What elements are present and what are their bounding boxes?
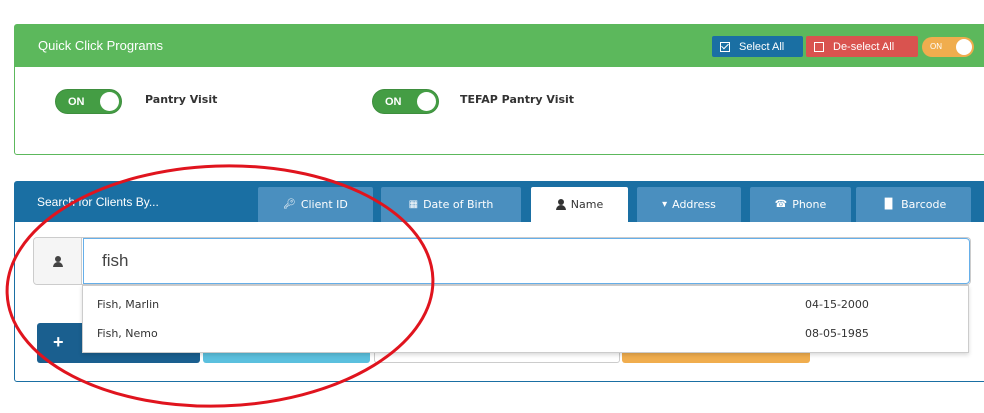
deselect-all-button[interactable]: De-select All xyxy=(806,36,918,57)
user-icon xyxy=(555,199,566,210)
map-marker-icon: ▾ xyxy=(662,199,668,210)
name-search-input[interactable] xyxy=(83,238,970,284)
master-toggle[interactable]: ON xyxy=(922,37,974,57)
tab-label: Phone xyxy=(792,198,827,211)
client-search-title: Search for Clients By... xyxy=(37,195,159,209)
checkbox-checked-icon xyxy=(720,41,730,52)
tab-label: Barcode xyxy=(901,198,947,211)
select-all-button[interactable]: Select All xyxy=(712,36,803,57)
deselect-all-label: De-select All xyxy=(833,40,895,53)
phone-icon: ☎︎ xyxy=(774,199,788,210)
master-toggle-label: ON xyxy=(930,42,942,51)
barcode-icon: ▐▌ xyxy=(880,199,897,210)
tab-barcode[interactable]: ▐▌ Barcode xyxy=(856,187,971,222)
plus-icon: + xyxy=(53,332,64,352)
key-icon: 🔑︎ xyxy=(283,199,296,210)
tab-client-id[interactable]: 🔑︎ Client ID xyxy=(258,187,373,222)
name-search-group xyxy=(33,237,971,285)
tab-address[interactable]: ▾ Address xyxy=(637,187,741,222)
suggestion-item[interactable]: Fish, Nemo 08-05-1985 xyxy=(83,320,968,348)
pantry-visit-label: Pantry Visit xyxy=(145,93,218,106)
tab-phone[interactable]: ☎︎ Phone xyxy=(750,187,851,222)
tab-label: Date of Birth xyxy=(423,198,494,211)
tab-label: Address xyxy=(672,198,716,211)
input-addon xyxy=(34,238,82,284)
select-all-label: Select All xyxy=(739,40,785,53)
suggestion-item[interactable]: Fish, Marlin 04-15-2000 xyxy=(83,291,968,319)
toggle-knob xyxy=(956,39,972,55)
quick-click-title: Quick Click Programs xyxy=(38,38,163,53)
tab-name[interactable]: Name xyxy=(531,187,628,222)
suggestion-name: Fish, Marlin xyxy=(97,298,160,311)
calendar-icon: ▦ xyxy=(408,199,419,210)
tab-label: Client ID xyxy=(300,198,348,211)
toggle-knob xyxy=(417,92,436,111)
toggle-knob xyxy=(100,92,119,111)
suggestion-dob: 08-05-1985 xyxy=(805,327,869,340)
quick-click-panel: Quick Click Programs Select All De-selec… xyxy=(14,24,984,155)
pantry-visit-toggle[interactable]: ON xyxy=(55,89,122,114)
suggestion-name: Fish, Nemo xyxy=(97,327,158,340)
tefap-pantry-visit-label: TEFAP Pantry Visit xyxy=(460,93,575,106)
autocomplete-dropdown: Fish, Marlin 04-15-2000 Fish, Nemo 08-05… xyxy=(82,285,969,353)
quick-click-header: Quick Click Programs Select All De-selec… xyxy=(15,25,984,67)
checkbox-empty-icon xyxy=(814,41,824,52)
tab-date-of-birth[interactable]: ▦ Date of Birth xyxy=(381,187,521,222)
tab-label: Name xyxy=(570,198,604,211)
user-icon xyxy=(52,255,63,267)
client-search-header: Search for Clients By... 🔑︎ Client ID ▦ … xyxy=(15,182,984,222)
tefap-pantry-visit-toggle[interactable]: ON xyxy=(372,89,439,114)
toggle-label: ON xyxy=(68,96,85,108)
toggle-label: ON xyxy=(385,96,402,108)
suggestion-dob: 04-15-2000 xyxy=(805,298,869,311)
